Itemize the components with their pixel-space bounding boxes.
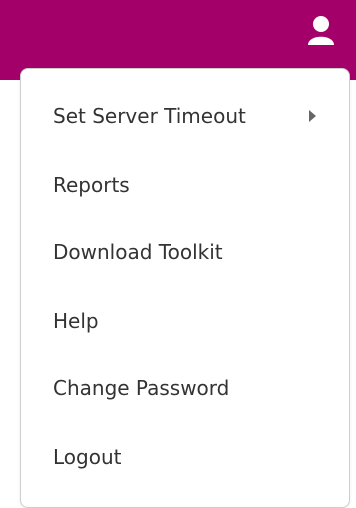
menu-item-label: Help [53, 309, 99, 333]
menu-item-reports[interactable]: Reports [53, 165, 130, 205]
menu-item-label: Reports [53, 173, 130, 197]
menu-item-change-password[interactable]: Change Password [53, 368, 229, 408]
menu-item-label: Download Toolkit [53, 240, 223, 264]
user-icon[interactable] [305, 14, 337, 46]
user-dropdown-menu: Set Server Timeout Reports Download Tool… [20, 68, 350, 508]
chevron-right-icon[interactable] [309, 110, 316, 122]
menu-item-help[interactable]: Help [53, 301, 99, 341]
menu-item-label: Change Password [53, 376, 230, 400]
menu-item-set-server-timeout[interactable]: Set Server Timeout [53, 96, 246, 136]
menu-item-download-toolkit[interactable]: Download Toolkit [53, 232, 223, 272]
menu-item-label: Logout [53, 445, 122, 469]
menu-item-label: Set Server Timeout [53, 104, 246, 128]
menu-item-logout[interactable]: Logout [53, 437, 121, 477]
